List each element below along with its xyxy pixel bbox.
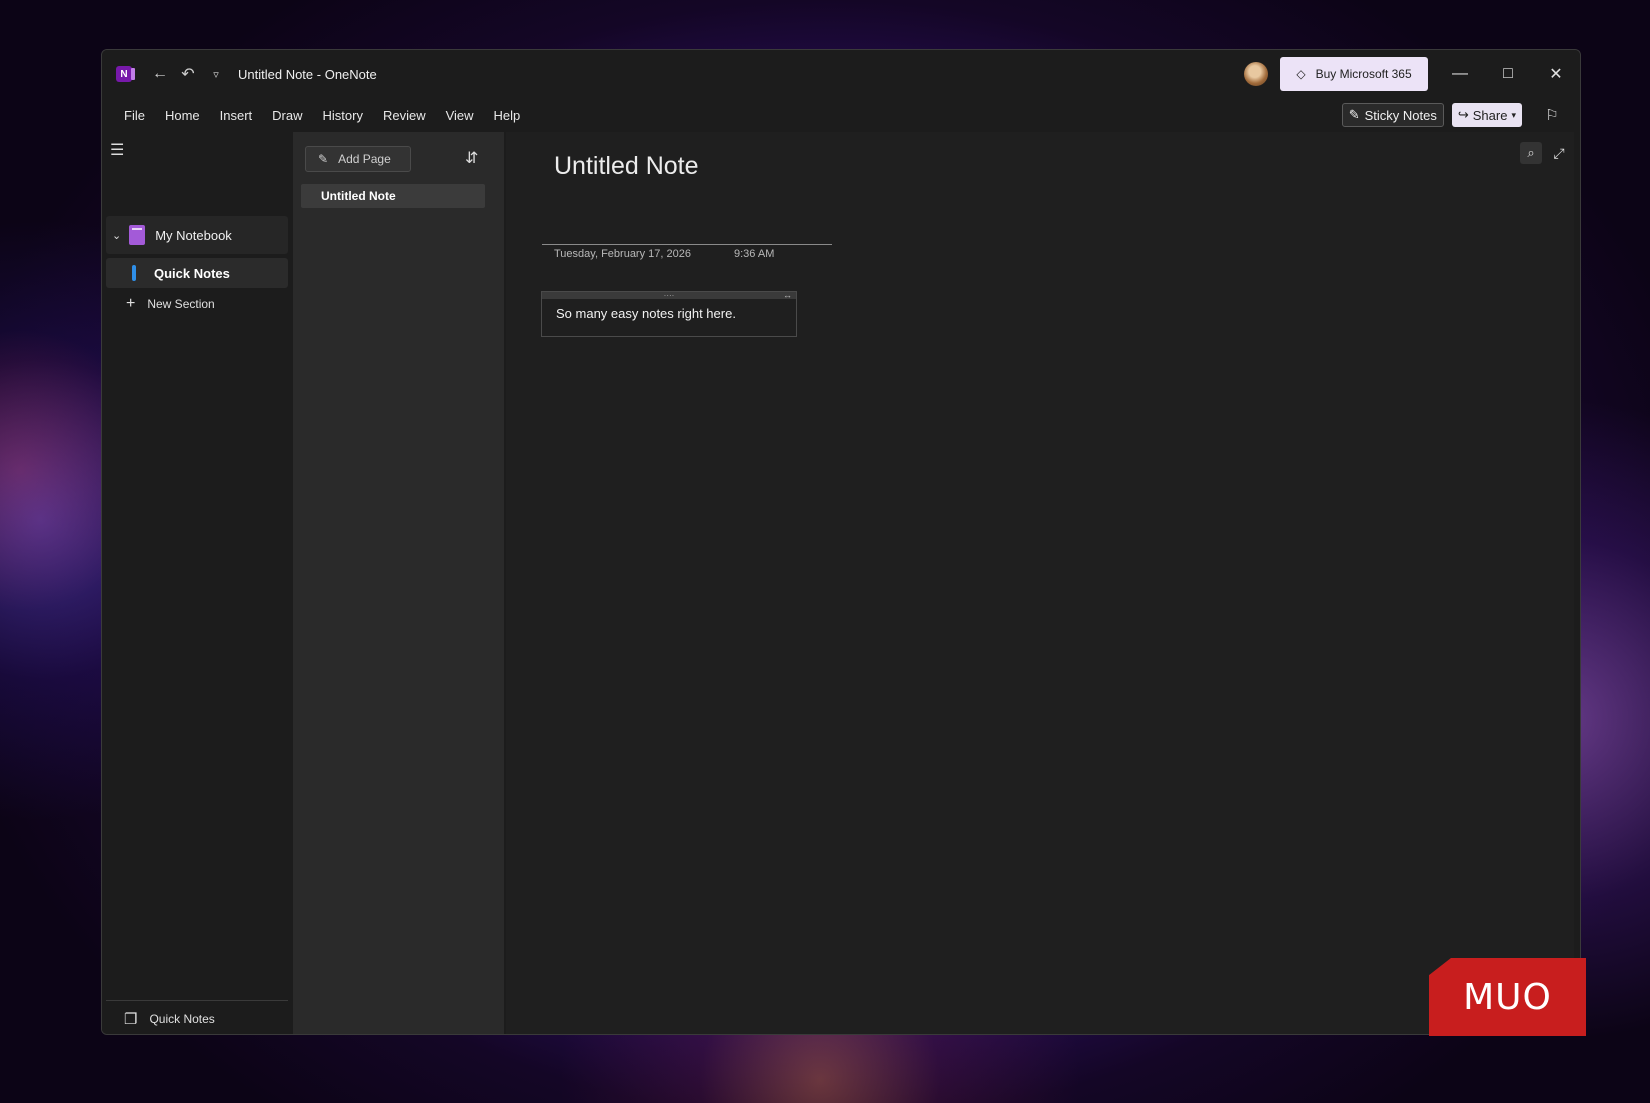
page-list: ✎ Add Page ⇵ Untitled Note [293,132,504,1034]
quick-notes-footer[interactable]: ❐ Quick Notes [106,1000,288,1034]
pages-icon: ❐ [124,1010,138,1028]
onenote-window: N ← ↶ ▿ Untitled Note - OneNote ◇ Buy Mi… [101,49,1581,1035]
note-canvas[interactable]: Untitled Note Tuesday, February 17, 2026… [506,132,1574,1034]
muo-watermark-logo: MUO [1429,958,1586,1036]
note-body-text[interactable]: So many easy notes right here. [556,306,736,321]
chevron-down-icon[interactable]: ⌄ [112,229,121,242]
section-label: Quick Notes [154,265,230,281]
minimize-button[interactable]: — [1436,50,1484,98]
menu-insert[interactable]: Insert [220,108,253,123]
hamburger-menu-icon[interactable]: ☰ [110,140,124,160]
sticky-notes-button[interactable]: ✎ Sticky Notes [1341,103,1444,127]
section-item-quick-notes[interactable]: Quick Notes [106,258,288,288]
notebook-item[interactable]: ⌄ My Notebook [106,216,288,254]
share-label: Share [1472,107,1508,123]
plus-icon: + [126,295,136,312]
menu-draw[interactable]: Draw [272,108,302,123]
new-section-label: New Section [147,297,215,311]
section-color-tab [132,265,136,281]
share-icon: ↪ [1457,107,1469,122]
sticky-notes-label: Sticky Notes [1364,107,1437,123]
page-date: Tuesday, February 17, 2026 [554,248,691,260]
page-time: 9:36 AM [734,248,775,260]
window-title: Untitled Note - OneNote [238,66,377,82]
menu-help[interactable]: Help [494,108,521,123]
ribbon-tabs: File Home Insert Draw History Review Vie… [102,98,1580,132]
onenote-app-icon: N [116,66,135,82]
page-item[interactable]: Untitled Note [301,184,485,208]
page-title[interactable]: Untitled Note [554,152,699,181]
customize-toolbar-icon[interactable]: ▿ [202,60,230,88]
menu-home[interactable]: Home [165,108,200,123]
close-button[interactable]: ✕ [1532,50,1580,98]
notebook-icon [129,225,146,245]
expand-icon[interactable]: ⤢ [1548,142,1570,164]
title-bar: N ← ↶ ▿ Untitled Note - OneNote ◇ Buy Mi… [102,50,1580,98]
buy-microsoft-365-button[interactable]: ◇ Buy Microsoft 365 [1280,57,1428,91]
sort-icon[interactable]: ⇵ [465,148,478,168]
diamond-icon: ◇ [1296,67,1306,81]
share-button[interactable]: ↪ Share ▾ [1451,103,1522,127]
new-section-button[interactable]: + New Section [126,292,215,316]
add-page-button[interactable]: ✎ Add Page [305,146,411,172]
resize-handle-icon[interactable]: ↔ [783,290,792,300]
notebook-label: My Notebook [155,227,232,243]
footer-label: Quick Notes [149,1011,215,1026]
menu-file[interactable]: File [124,108,145,123]
sticky-note-icon: ✎ [1348,107,1360,122]
workspace: ☰ ⌄ My Notebook Quick Notes + New Sectio… [102,132,1580,1034]
title-underline [542,244,832,245]
container-drag-handle[interactable]: ···· [542,291,796,300]
note-container[interactable]: ···· ↔ So many easy notes right here. [541,290,797,337]
menu-view[interactable]: View [446,108,474,123]
menu-history[interactable]: History [323,108,363,123]
maximize-button[interactable]: □ [1484,50,1532,98]
undo-icon[interactable]: ↶ [174,60,202,88]
chevron-down-icon: ▾ [1511,109,1516,120]
add-page-icon: ✎ [318,152,329,166]
menu-review[interactable]: Review [383,108,426,123]
feedback-icon[interactable]: ⚐ [1538,103,1566,127]
back-icon[interactable]: ← [146,60,174,88]
notebook-navigation: ☰ ⌄ My Notebook Quick Notes + New Sectio… [102,132,291,1034]
search-icon[interactable]: ⌕ [1520,142,1542,164]
buy-label: Buy Microsoft 365 [1315,67,1412,81]
add-page-label: Add Page [338,152,391,166]
avatar[interactable] [1244,62,1268,86]
